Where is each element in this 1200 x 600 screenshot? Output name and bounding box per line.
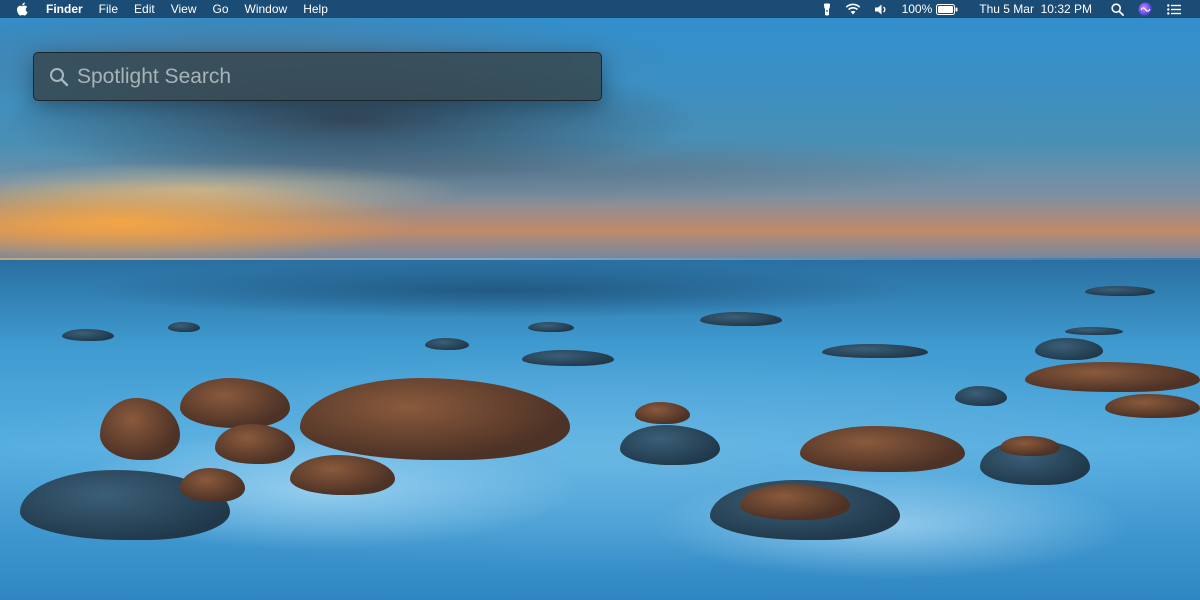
menu-edit[interactable]: Edit <box>126 0 163 18</box>
rock <box>1065 327 1123 335</box>
menu-app-finder[interactable]: Finder <box>38 0 91 18</box>
battery-percent[interactable]: 100% <box>895 0 935 18</box>
flashlight-icon[interactable] <box>816 0 838 18</box>
rock <box>528 322 574 332</box>
menu-view[interactable]: View <box>163 0 205 18</box>
volume-icon[interactable] <box>868 0 895 18</box>
search-icon <box>50 67 69 86</box>
rock <box>62 329 114 341</box>
spotlight-search-bar <box>33 52 602 101</box>
rock <box>955 386 1007 406</box>
notification-center-icon[interactable] <box>1160 0 1188 18</box>
wifi-icon[interactable] <box>838 0 868 18</box>
rock <box>522 350 614 366</box>
battery-icon[interactable] <box>934 0 965 18</box>
menu-bar-status-area: 100% Thu 5 Mar 10:32 PM <box>816 0 1200 18</box>
rock <box>1085 286 1155 296</box>
rock <box>1035 338 1103 360</box>
rock <box>425 338 469 350</box>
siri-icon[interactable] <box>1131 0 1160 18</box>
rock <box>1000 436 1060 456</box>
apple-logo-icon[interactable] <box>0 2 38 16</box>
menu-go[interactable]: Go <box>205 0 237 18</box>
spotlight-search-input[interactable] <box>77 56 587 97</box>
rock <box>700 312 782 326</box>
menu-bar: Finder File Edit View Go Window Help 100… <box>0 0 1200 18</box>
menu-help[interactable]: Help <box>295 0 336 18</box>
rock <box>1105 394 1200 418</box>
sky <box>0 0 1200 262</box>
menu-bar-left: Finder File Edit View Go Window Help <box>0 0 336 18</box>
menu-bar-clock[interactable]: Thu 5 Mar 10:32 PM <box>965 0 1104 18</box>
rock <box>822 344 928 358</box>
rock <box>168 322 200 332</box>
rock <box>635 402 690 424</box>
menu-window[interactable]: Window <box>237 0 296 18</box>
menu-file[interactable]: File <box>91 0 126 18</box>
search-icon[interactable] <box>1104 0 1131 18</box>
